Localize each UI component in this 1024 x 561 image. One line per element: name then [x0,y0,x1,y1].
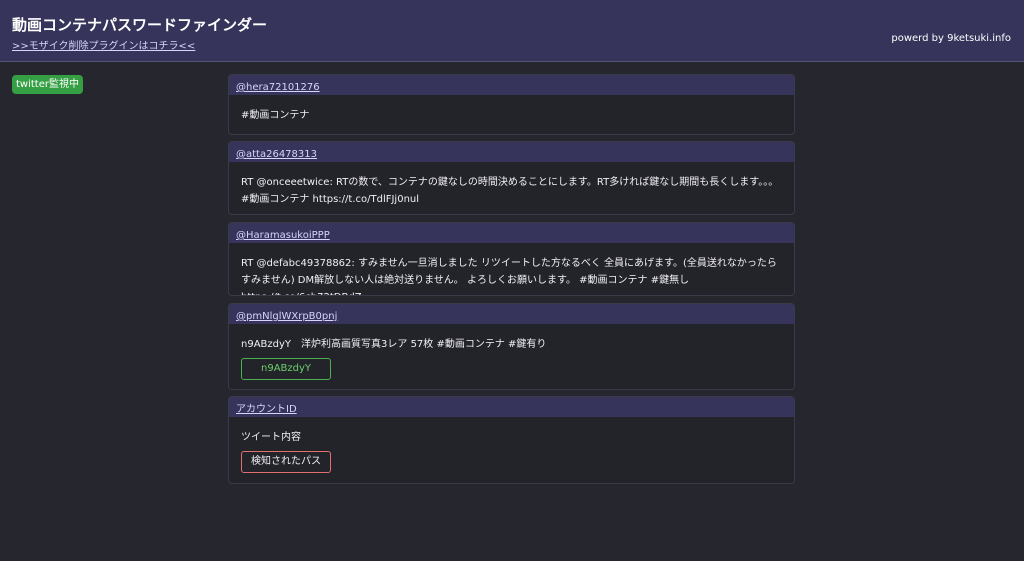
tweet-card-header: @HaramasukoiPPP [229,223,794,243]
tweet-text: #動画コンテナ [241,110,310,121]
tweet-text: RT @defabc49378862: すみません一旦消しました リツイートした… [241,258,777,295]
account-link[interactable]: @HaramasukoiPPP [236,230,330,241]
tweet-card-header: @pmNlglWXrpB0pnj [229,304,794,324]
powered-by-text: powerd by 9ketsuki.info [891,33,1011,44]
site-header: 動画コンテナパスワードファインダー >>モザイク削除プラグインはコチラ<< po… [0,0,1024,62]
tweet-card-header: @atta26478313 [229,142,794,162]
legend-password-label: 検知されたパス [241,451,331,473]
account-link[interactable]: @atta26478313 [236,149,317,160]
legend-card: アカウントID ツイート内容 検知されたパス [228,396,795,484]
legend-card-header: アカウントID [229,397,794,417]
tweet-card: @atta26478313 RT @onceeetwice: RTの数で、コンテ… [228,141,795,215]
account-link[interactable]: @pmNlglWXrpB0pnj [236,311,337,322]
legend-account-label[interactable]: アカウントID [236,404,297,415]
plugin-link[interactable]: >>モザイク削除プラグインはコチラ<< [12,37,195,52]
detected-password-button[interactable]: n9ABzdyY [241,358,332,380]
tweet-body: n9ABzdyY 洋炉利高画質写真3レア 57枚 #動画コンテナ #鍵有り n9… [229,324,794,380]
account-link[interactable]: @hera72101276 [236,82,320,93]
legend-body: ツイート内容 検知されたパス [229,417,794,473]
tweet-card-header: @hera72101276 [229,75,794,95]
site-title: 動画コンテナパスワードファインダー [12,16,268,34]
tweet-card: @pmNlglWXrpB0pnj n9ABzdyY 洋炉利高画質写真3レア 57… [228,303,795,390]
tweet-card: @HaramasukoiPPP RT @defabc49378862: すみませ… [228,222,795,296]
tweet-text: RT @onceeetwice: RTの数で、コンテナの鍵なしの時間決めることに… [241,177,779,205]
tweet-text: n9ABzdyY 洋炉利高画質写真3レア 57枚 #動画コンテナ #鍵有り [241,339,547,350]
status-badge: twitter監視中 [12,75,83,94]
tweet-card: @hera72101276 #動画コンテナ [228,74,795,135]
legend-text-label: ツイート内容 [241,432,301,443]
